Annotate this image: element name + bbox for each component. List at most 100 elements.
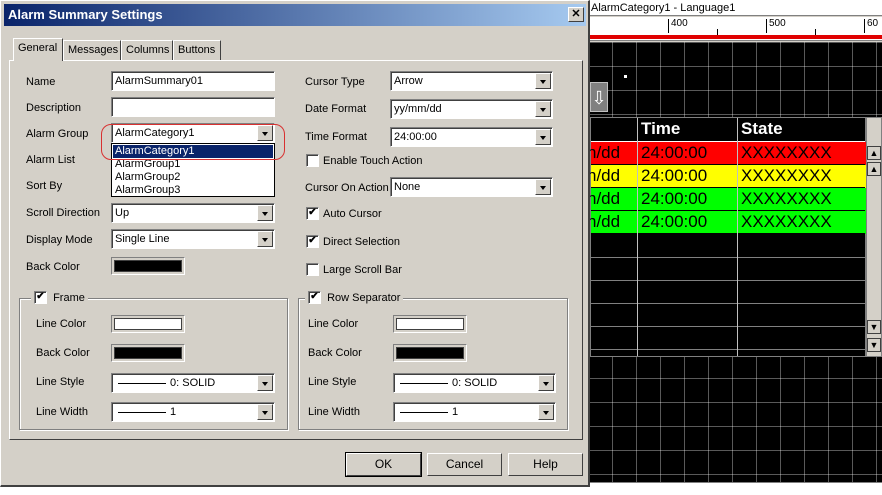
preview-state-cell: XXXXXXXX — [741, 143, 832, 162]
time-format-label: Time Format — [305, 131, 367, 143]
preview-column-divider — [637, 118, 638, 356]
editor-tab-label: AlarmCategory1 - Language1 — [591, 2, 736, 14]
preview-alarm-row: n/dd 24:00:00 XXXXXXXX — [587, 165, 867, 188]
horizontal-ruler: 400 500 60 — [588, 17, 882, 41]
direct-selection-label: Direct Selection — [323, 236, 401, 248]
scroll-up-icon[interactable]: ▲ — [867, 162, 881, 176]
editor-tab[interactable]: AlarmCategory1 - Language1 — [588, 0, 882, 16]
line-sample — [118, 383, 166, 384]
auto-cursor-label: Auto Cursor — [323, 208, 382, 220]
selection-handle[interactable] — [623, 74, 628, 79]
line-sample — [400, 412, 448, 413]
frame-line-width-select[interactable]: 1 — [111, 402, 275, 422]
tab-messages[interactable]: Messages — [63, 40, 121, 60]
alarm-summary-preview[interactable]: Time State n/dd 24:00:00 XXXXXXXX n/dd 24:00… — [587, 117, 867, 357]
preview-row-divider — [591, 326, 865, 327]
chevron-down-icon[interactable] — [538, 404, 554, 420]
dialog-titlebar[interactable]: Alarm Summary Settings ✕ — [4, 4, 586, 26]
alarm-group-value: AlarmCategory1 — [115, 127, 195, 139]
scroll-direction-select[interactable]: Up — [111, 203, 275, 223]
date-format-value: yy/mm/dd — [394, 103, 442, 115]
name-label: Name — [26, 76, 56, 88]
alarm-group-dropdown-list[interactable]: AlarmCategory1 AlarmGroup1 AlarmGroup2 A… — [111, 143, 275, 197]
chevron-down-icon[interactable] — [257, 404, 273, 420]
cursor-type-select[interactable]: Arrow — [390, 71, 553, 91]
row-separator-line-width-select[interactable]: 1 — [393, 402, 556, 422]
frame-checkbox[interactable]: ✔ — [34, 291, 47, 304]
chevron-down-icon[interactable] — [535, 101, 551, 117]
time-format-value: 24:00:00 — [394, 131, 437, 143]
scroll-bottom-icon[interactable]: ▼ — [867, 338, 881, 352]
display-mode-select[interactable]: Single Line — [111, 229, 275, 249]
preview-state-cell: XXXXXXXX — [741, 189, 832, 208]
chevron-down-icon[interactable] — [535, 179, 551, 195]
large-scroll-bar-checkbox[interactable] — [306, 263, 319, 276]
preview-row-divider — [591, 303, 865, 304]
time-format-select[interactable]: 24:00:00 — [390, 127, 553, 147]
cursor-on-action-select[interactable]: None — [390, 177, 553, 197]
frame-line-color-swatch[interactable] — [111, 315, 185, 333]
tab-columns[interactable]: Columns — [121, 40, 173, 60]
dropdown-option[interactable]: AlarmGroup3 — [113, 184, 273, 197]
chevron-down-icon[interactable] — [535, 73, 551, 89]
row-separator-line-color-fill — [396, 318, 464, 330]
frame-back-color-swatch[interactable] — [111, 344, 185, 362]
description-label: Description — [26, 102, 82, 114]
row-separator-back-color-label: Back Color — [308, 347, 362, 359]
row-separator-line-style-select[interactable]: 0: SOLID — [393, 373, 556, 393]
frame-line-width-value: 1 — [170, 406, 177, 418]
row-separator-checkbox[interactable]: ✔ — [308, 291, 321, 304]
row-separator-line-style-label: Line Style — [308, 376, 357, 388]
row-separator-back-color-swatch[interactable] — [393, 344, 467, 362]
back-color-fill — [114, 260, 182, 272]
frame-group-title: ✔ Frame — [31, 291, 88, 305]
close-icon[interactable]: ✕ — [568, 7, 584, 22]
row-separator-line-style-value: 0: SOLID — [452, 377, 498, 389]
tab-buttons-label: Buttons — [178, 44, 216, 56]
row-separator-line-width-label: Line Width — [308, 406, 360, 418]
cursor-type-label: Cursor Type — [305, 76, 365, 88]
chevron-down-icon[interactable] — [257, 125, 273, 141]
frame-line-style-select[interactable]: 0: SOLID — [111, 373, 275, 393]
description-input[interactable] — [111, 97, 275, 117]
frame-line-style-value: 0: SOLID — [170, 377, 216, 389]
back-color-swatch[interactable] — [111, 257, 185, 275]
date-format-select[interactable]: yy/mm/dd — [390, 99, 553, 119]
display-mode-label: Display Mode — [26, 234, 93, 246]
ruler-tick-500: 500 — [766, 19, 786, 33]
alarm-summary-settings-dialog: Alarm Summary Settings ✕ General Message… — [0, 0, 590, 487]
preview-alarm-row: n/dd 24:00:00 XXXXXXXX — [587, 188, 867, 211]
ok-button[interactable]: OK — [345, 452, 422, 477]
tab-general[interactable]: General — [13, 38, 63, 61]
preview-state-cell: XXXXXXXX — [741, 166, 832, 185]
dropdown-option[interactable]: AlarmGroup1 — [113, 158, 273, 171]
alarm-group-select[interactable]: AlarmCategory1 — [111, 123, 275, 143]
help-button[interactable]: Help — [508, 453, 583, 476]
direct-selection-checkbox[interactable]: ✔ — [306, 235, 319, 248]
down-arrow-icon[interactable]: ⇩ — [590, 82, 608, 112]
frame-back-color-fill — [114, 347, 182, 359]
line-sample — [118, 412, 166, 413]
enable-touch-checkbox[interactable] — [306, 154, 319, 167]
cursor-on-action-label: Cursor On Action — [305, 182, 389, 194]
scroll-top-icon[interactable]: ▲ — [867, 146, 881, 160]
chevron-down-icon[interactable] — [538, 375, 554, 391]
chevron-down-icon[interactable] — [257, 231, 273, 247]
dropdown-option[interactable]: AlarmGroup2 — [113, 171, 273, 184]
chevron-down-icon[interactable] — [535, 129, 551, 145]
row-separator-line-color-swatch[interactable] — [393, 315, 467, 333]
line-sample — [400, 383, 448, 384]
preview-scrollbar[interactable]: ▲ ▲ ▼ ▼ — [866, 117, 882, 357]
name-input[interactable]: AlarmSummary01 — [111, 71, 275, 91]
chevron-down-icon[interactable] — [257, 375, 273, 391]
tab-messages-label: Messages — [68, 44, 119, 56]
dropdown-option[interactable]: AlarmCategory1 — [113, 145, 273, 158]
chevron-down-icon[interactable] — [257, 205, 273, 221]
ruler-tick-600: 60 — [864, 19, 878, 33]
cancel-button[interactable]: Cancel — [427, 453, 502, 476]
dialog-title: Alarm Summary Settings — [8, 7, 163, 22]
preview-time-cell: 24:00:00 — [641, 166, 708, 185]
tab-buttons[interactable]: Buttons — [173, 40, 221, 60]
auto-cursor-checkbox[interactable]: ✔ — [306, 207, 319, 220]
scroll-down-icon[interactable]: ▼ — [867, 320, 881, 334]
